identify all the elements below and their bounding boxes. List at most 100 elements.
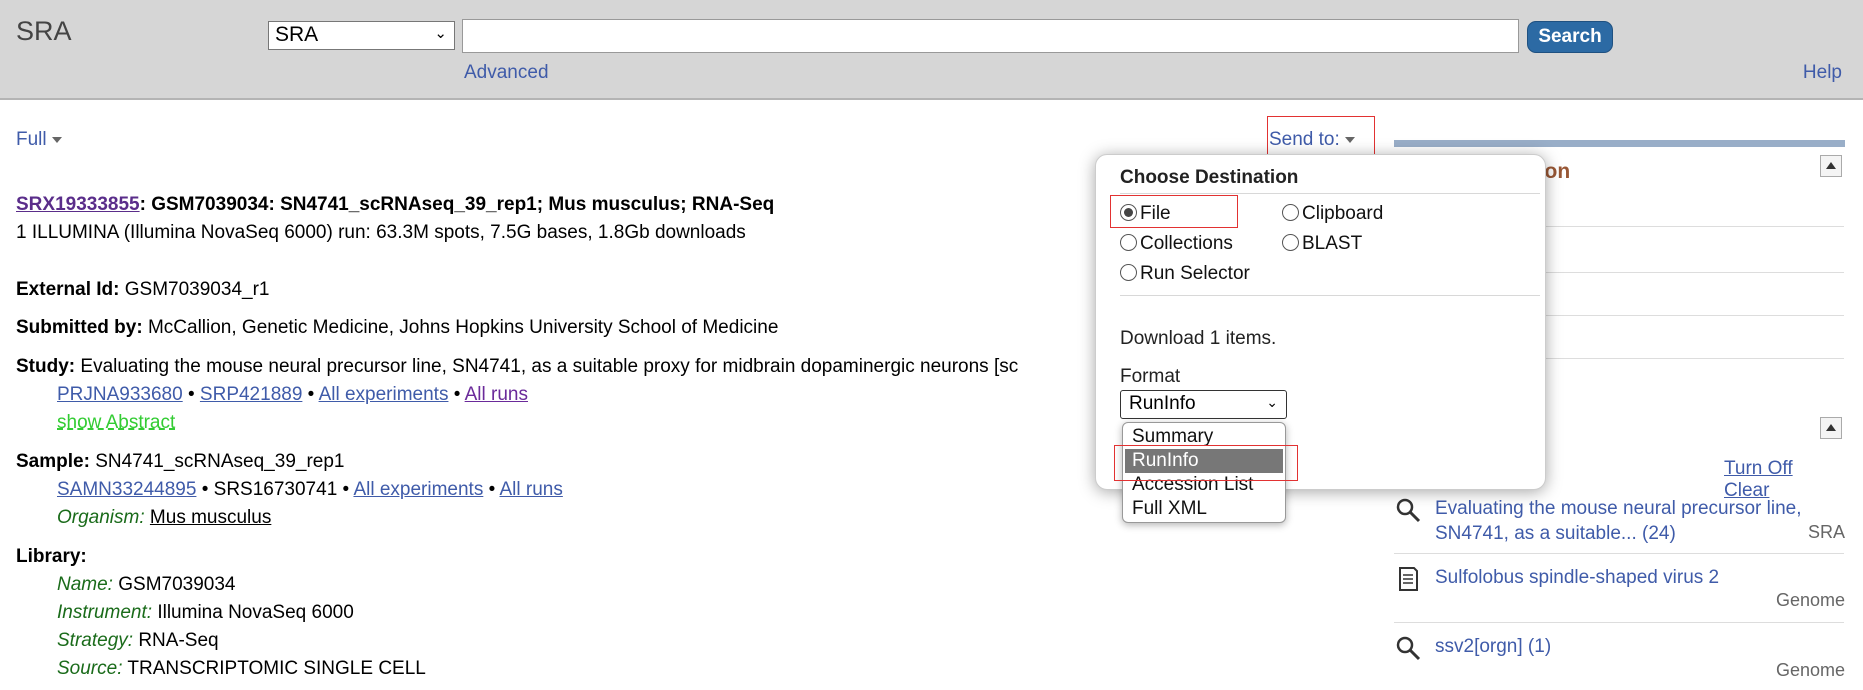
search-input[interactable] [462,19,1519,53]
right-column-bar [1394,140,1845,147]
record-title: SRX19333855: GSM7039034: SN4741_scRNAseq… [16,194,774,216]
divider [1120,295,1540,296]
divider [1120,193,1540,194]
instrument-value: Illumina NovaSeq 6000 [157,602,354,623]
history-item-text[interactable]: Evaluating the mouse neural precursor li… [1435,496,1830,546]
database-select[interactable]: SRA ⌄ [268,21,455,50]
format-label: Format [1120,366,1181,387]
radio-collections-label: Collections [1140,233,1233,254]
sample-all-experiments-link[interactable]: All experiments [353,479,483,500]
help-link[interactable]: Help [1803,62,1842,84]
history-item-db: Genome [1775,590,1845,610]
database-select-value: SRA [275,23,319,46]
format-select-value: RunInfo [1129,393,1196,414]
name-label: Name: [57,574,113,595]
record-title-text: : GSM7039034: SN4741_scRNAseq_39_rep1; M… [139,194,775,215]
advanced-search-link[interactable]: Advanced [464,62,549,84]
srs-id: SRS16730741 [213,479,338,500]
search-button[interactable]: Search [1527,21,1613,53]
sample-row: Sample: SN4741_scRNAseq_39_rep1 [16,451,344,473]
sample-all-runs-link[interactable]: All runs [500,479,563,500]
format-menu-label: Full [16,129,47,150]
bullet: • [307,384,315,405]
radio-icon [1282,234,1299,251]
library-name-row: Name: GSM7039034 [57,574,236,596]
format-option-full-xml[interactable]: Full XML [1125,497,1283,521]
radio-file-label: File [1140,203,1171,224]
srp-link[interactable]: SRP421889 [200,384,302,405]
highlight-box [1114,445,1298,481]
bioproject-link[interactable]: PRJNA933680 [57,384,183,405]
external-id-value: GSM7039034_r1 [124,279,270,300]
send-to-menu[interactable]: Send to: [1267,116,1375,156]
radio-blast[interactable]: BLAST [1282,233,1362,255]
source-label: Source: [57,658,123,679]
caret-down-icon [51,136,62,143]
history-item-db: Genome [1775,660,1845,680]
radio-collections[interactable]: Collections [1120,233,1233,255]
popup-title: Choose Destination [1120,167,1299,188]
source-row: Source: TRANSCRIPTOMIC SINGLE CELL [57,658,426,680]
show-abstract-row: show Abstract [57,412,175,434]
magnifier-icon [1396,636,1421,661]
study-row: Study: Evaluating the mouse neural precu… [16,356,1018,378]
radio-run-selector[interactable]: Run Selector [1120,263,1250,285]
divider [1394,622,1844,623]
study-value: Evaluating the mouse neural precursor li… [80,356,1019,377]
history-item-text[interactable]: ssv2[orgn] (1) [1435,634,1551,659]
download-count-text: Download 1 items. [1120,328,1277,349]
format-select[interactable]: RunInfo ⌄ [1120,390,1287,419]
run-summary: 1 ILLUMINA (Illumina NovaSeq 6000) run: … [16,222,746,243]
divider [1394,553,1844,554]
instrument-label: Instrument: [57,602,153,623]
name-value: GSM7039034 [118,574,236,595]
bullet: • [453,384,461,405]
accession-link[interactable]: SRX19333855 [16,194,140,215]
radio-icon [1120,234,1137,251]
bullet: • [187,384,195,405]
radio-clipboard[interactable]: Clipboard [1282,203,1383,225]
all-experiments-link[interactable]: All experiments [319,384,449,405]
library-heading: Library: [16,546,87,568]
turn-off-link[interactable]: Turn Off [1724,458,1793,479]
submitted-value: McCallion, Genetic Medicine, Johns Hopki… [147,317,779,338]
radio-selected-icon [1120,204,1137,221]
history-item-db: SRA [1807,522,1845,542]
bullet: • [342,479,350,500]
sample-value: SN4741_scRNAseq_39_rep1 [95,451,345,472]
radio-icon [1120,264,1137,281]
document-icon [1399,567,1418,591]
bullet: • [201,479,209,500]
library-label: Library: [16,546,87,567]
magnifier-icon [1396,498,1421,523]
format-menu[interactable]: Full [16,129,62,151]
strategy-label: Strategy: [57,630,134,651]
organism-row: Organism: Mus musculus [57,507,271,529]
all-runs-link[interactable]: All runs [465,384,528,405]
show-abstract-link[interactable]: show Abstract [57,412,175,433]
history-item[interactable]: Evaluating the mouse neural precursor li… [1394,496,1845,554]
send-to-label: Send to: [1269,129,1340,150]
biosample-link[interactable]: SAMN33244895 [57,479,196,500]
history-item-text[interactable]: Sulfolobus spindle-shaped virus 2 [1435,565,1719,590]
radio-file[interactable]: File [1120,203,1171,225]
study-links: PRJNA933680 • SRP421889 • All experiment… [57,384,528,406]
organism-label: Organism: [57,507,145,528]
submitted-row: Submitted by: McCallion, Genetic Medicin… [16,317,778,339]
collapse-toggle-icon[interactable] [1820,155,1842,177]
history-item[interactable]: Sulfolobus spindle-shaped virus 2 Genome [1394,565,1845,615]
radio-icon [1282,204,1299,221]
external-id-row: External Id: GSM7039034_r1 [16,279,269,301]
radio-blast-label: BLAST [1302,233,1363,254]
radio-run-selector-label: Run Selector [1140,263,1250,284]
collapse-toggle-icon[interactable] [1820,417,1842,439]
organism-link[interactable]: Mus musculus [150,507,271,528]
instrument-row: Instrument: Illumina NovaSeq 6000 [57,602,354,624]
chevron-down-icon: ⌄ [1266,394,1278,410]
history-item[interactable]: ssv2[orgn] (1) Genome [1394,634,1845,684]
radio-clipboard-label: Clipboard [1302,203,1384,224]
search-bar: SRA SRA ⌄ Search Advanced Help [0,0,1863,100]
bullet: • [488,479,496,500]
sample-label: Sample: [16,451,90,472]
caret-down-icon [1344,136,1355,143]
